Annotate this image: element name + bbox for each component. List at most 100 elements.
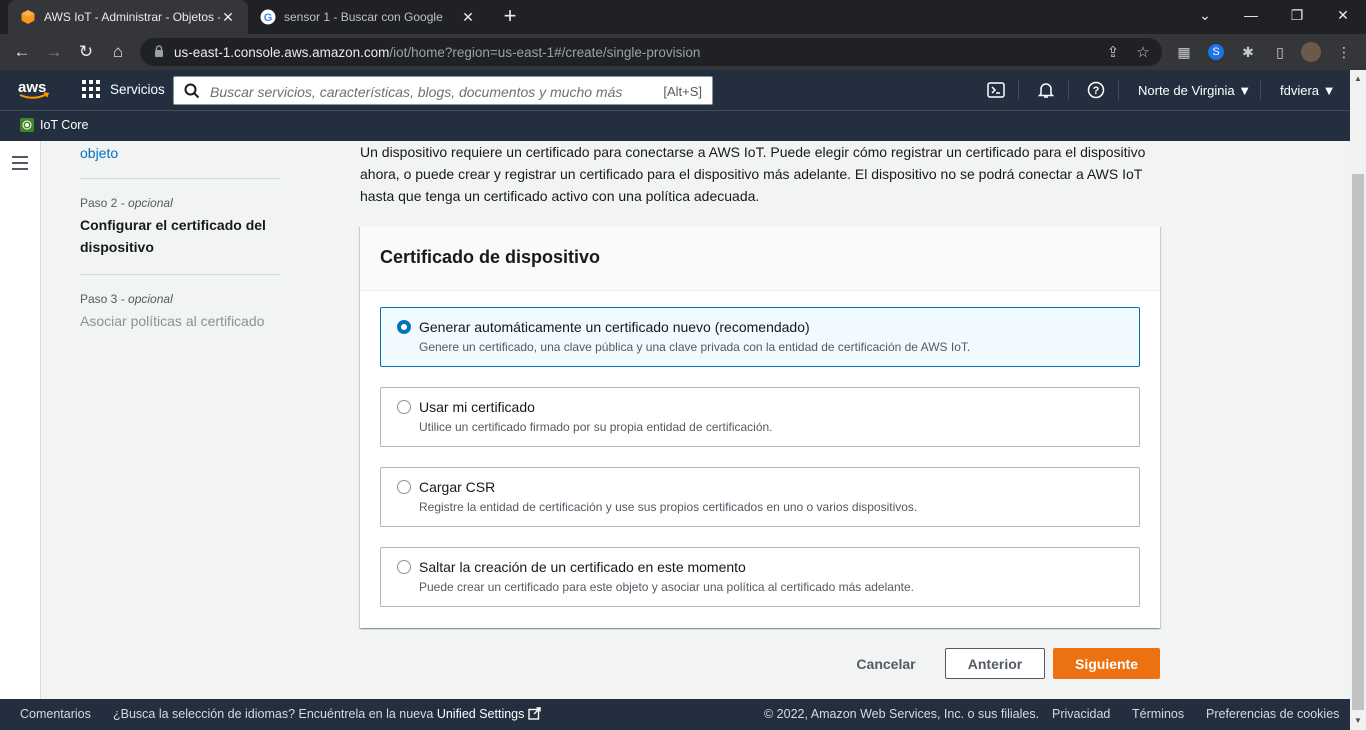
option-title: Usar mi certificado bbox=[419, 399, 535, 415]
radio-button[interactable] bbox=[397, 400, 411, 414]
puzzle-icon[interactable]: ✱ bbox=[1238, 42, 1258, 62]
page-scrollbar[interactable]: ▲ ▼ bbox=[1350, 70, 1366, 730]
menu-icon[interactable] bbox=[12, 156, 28, 174]
previous-button[interactable]: Anterior bbox=[945, 648, 1045, 679]
account-menu[interactable]: fdviera ▼ bbox=[1280, 83, 1336, 98]
privacy-link[interactable]: Privacidad bbox=[1052, 707, 1110, 721]
svg-text:aws: aws bbox=[18, 79, 46, 96]
forward-icon[interactable]: → bbox=[42, 40, 66, 64]
option-description: Genere un certificado, una clave pública… bbox=[419, 340, 971, 354]
wizard-steps: objeto Paso 2 - opcional Configurar el c… bbox=[80, 141, 280, 332]
option-title: Saltar la creación de un certificado en … bbox=[419, 559, 746, 575]
copyright: © 2022, Amazon Web Services, Inc. o sus … bbox=[764, 707, 1040, 721]
unified-settings-link[interactable]: Unified Settings bbox=[437, 707, 525, 721]
step-1-link[interactable]: objeto bbox=[80, 145, 280, 161]
option-skip-certificate[interactable]: Saltar la creación de un certificado en … bbox=[380, 547, 1140, 607]
option-upload-csr[interactable]: Cargar CSR Registre la entidad de certif… bbox=[380, 467, 1140, 527]
service-shortcut-iot-core[interactable]: IoT Core bbox=[20, 118, 88, 132]
panel-title: Certificado de dispositivo bbox=[380, 247, 601, 267]
lock-icon bbox=[155, 45, 163, 57]
svg-text:?: ? bbox=[1093, 85, 1100, 97]
bookmark-star-icon[interactable]: ☆ bbox=[1134, 43, 1152, 61]
option-auto-generate[interactable]: Generar automáticamente un certificado n… bbox=[380, 307, 1140, 367]
back-icon[interactable]: ← bbox=[10, 40, 34, 64]
feedback-link[interactable]: Comentarios bbox=[20, 707, 91, 721]
tab-aws-iot[interactable]: AWS IoT - Administrar - Objetos - ✕ bbox=[8, 0, 248, 34]
restore-icon[interactable]: ❐ bbox=[1274, 0, 1320, 30]
aws-top-nav: aws Servicios Buscar servicios, caracter… bbox=[0, 70, 1350, 110]
header-divider bbox=[1068, 80, 1069, 100]
window-close-icon[interactable]: ✕ bbox=[1320, 0, 1366, 30]
step-3-title: Asociar políticas al certificado bbox=[80, 313, 265, 329]
step-2-title: Configurar el certificado del dispositiv… bbox=[80, 217, 266, 255]
step-3-label: Paso 3 - opcional bbox=[80, 292, 173, 306]
aws-icon bbox=[20, 9, 36, 25]
cancel-button[interactable]: Cancelar bbox=[846, 648, 926, 679]
service-bar: IoT Core bbox=[0, 110, 1350, 141]
search-shortcut: [Alt+S] bbox=[663, 84, 702, 99]
aws-logo[interactable]: aws bbox=[18, 79, 50, 106]
shazam-extension-icon[interactable]: S bbox=[1206, 42, 1226, 62]
url-text: us-east-1.console.aws.amazon.com/iot/hom… bbox=[174, 45, 701, 60]
option-description: Registre la entidad de certificación y u… bbox=[419, 500, 918, 514]
tab-search-icon[interactable]: ⌄ bbox=[1182, 0, 1228, 30]
option-description: Puede crear un certificado para este obj… bbox=[419, 580, 914, 594]
cloudshell-icon[interactable] bbox=[986, 80, 1006, 100]
help-icon[interactable]: ? bbox=[1086, 80, 1106, 100]
device-certificate-panel: Certificado de dispositivo Generar autom… bbox=[360, 226, 1160, 628]
avatar[interactable] bbox=[1301, 42, 1321, 62]
iot-core-icon bbox=[20, 118, 34, 132]
extension-icon[interactable]: ▦ bbox=[1174, 42, 1194, 62]
notifications-bell-icon[interactable] bbox=[1036, 80, 1056, 100]
search-placeholder: Buscar servicios, características, blogs… bbox=[210, 84, 623, 100]
scrollbar-thumb[interactable] bbox=[1352, 174, 1364, 710]
option-title: Cargar CSR bbox=[419, 479, 496, 495]
option-title: Generar automáticamente un certificado n… bbox=[419, 319, 810, 335]
intro-text: Un dispositivo requiere un certificado p… bbox=[360, 144, 1146, 204]
panel-header: Certificado de dispositivo bbox=[360, 226, 1160, 291]
minimize-icon[interactable]: — bbox=[1228, 0, 1274, 30]
google-icon: G bbox=[260, 9, 276, 25]
close-icon[interactable]: ✕ bbox=[460, 9, 476, 26]
grid-icon bbox=[82, 80, 100, 98]
kebab-menu-icon[interactable]: ⋮ bbox=[1334, 42, 1354, 62]
terms-link[interactable]: Términos bbox=[1132, 707, 1184, 721]
browser-tab-bar: AWS IoT - Administrar - Objetos - ✕ G se… bbox=[0, 0, 1366, 34]
scroll-up-icon[interactable]: ▲ bbox=[1354, 74, 1362, 83]
close-icon[interactable]: ✕ bbox=[220, 9, 236, 26]
radio-button[interactable] bbox=[397, 480, 411, 494]
browser-toolbar: ← → ↻ ⌂ us-east-1.console.aws.amazon.com… bbox=[0, 34, 1366, 70]
console-footer: Comentarios ¿Busca la selección de idiom… bbox=[0, 699, 1350, 730]
step-divider bbox=[80, 178, 280, 179]
side-navigation-rail bbox=[0, 141, 41, 699]
tab-title: AWS IoT - Administrar - Objetos - bbox=[44, 10, 220, 24]
scroll-down-icon[interactable]: ▼ bbox=[1354, 716, 1362, 725]
language-note: ¿Busca la selección de idiomas? Encuéntr… bbox=[113, 707, 541, 721]
next-button[interactable]: Siguiente bbox=[1053, 648, 1160, 679]
reload-icon[interactable]: ↻ bbox=[74, 40, 98, 64]
cookie-preferences-link[interactable]: Preferencias de cookies bbox=[1206, 707, 1339, 721]
tab-google-search[interactable]: G sensor 1 - Buscar con Google ✕ bbox=[248, 0, 488, 34]
search-input[interactable]: Buscar servicios, características, blogs… bbox=[173, 76, 713, 105]
step-divider bbox=[80, 274, 280, 275]
search-icon bbox=[184, 83, 200, 99]
side-panel-icon[interactable]: ▯ bbox=[1270, 42, 1290, 62]
header-divider bbox=[1018, 80, 1019, 100]
option-description: Utilice un certificado firmado por su pr… bbox=[419, 420, 773, 434]
share-icon[interactable]: ⇪ bbox=[1104, 43, 1122, 61]
region-selector[interactable]: Norte de Virginia ▼ bbox=[1138, 83, 1251, 98]
header-divider bbox=[1118, 80, 1119, 100]
header-divider bbox=[1260, 80, 1261, 100]
services-label: Servicios bbox=[110, 81, 165, 97]
svg-text:G: G bbox=[264, 12, 273, 24]
step-2-label: Paso 2 - opcional bbox=[80, 196, 173, 210]
home-icon[interactable]: ⌂ bbox=[106, 40, 130, 64]
external-link-icon bbox=[528, 707, 541, 720]
radio-button[interactable] bbox=[397, 320, 411, 334]
option-use-my-certificate[interactable]: Usar mi certificado Utilice un certifica… bbox=[380, 387, 1140, 447]
new-tab-icon[interactable]: + bbox=[498, 5, 522, 29]
address-bar[interactable]: us-east-1.console.aws.amazon.com/iot/hom… bbox=[140, 38, 1162, 66]
radio-button[interactable] bbox=[397, 560, 411, 574]
services-menu[interactable]: Servicios bbox=[82, 80, 165, 98]
tab-title: sensor 1 - Buscar con Google bbox=[284, 10, 443, 24]
